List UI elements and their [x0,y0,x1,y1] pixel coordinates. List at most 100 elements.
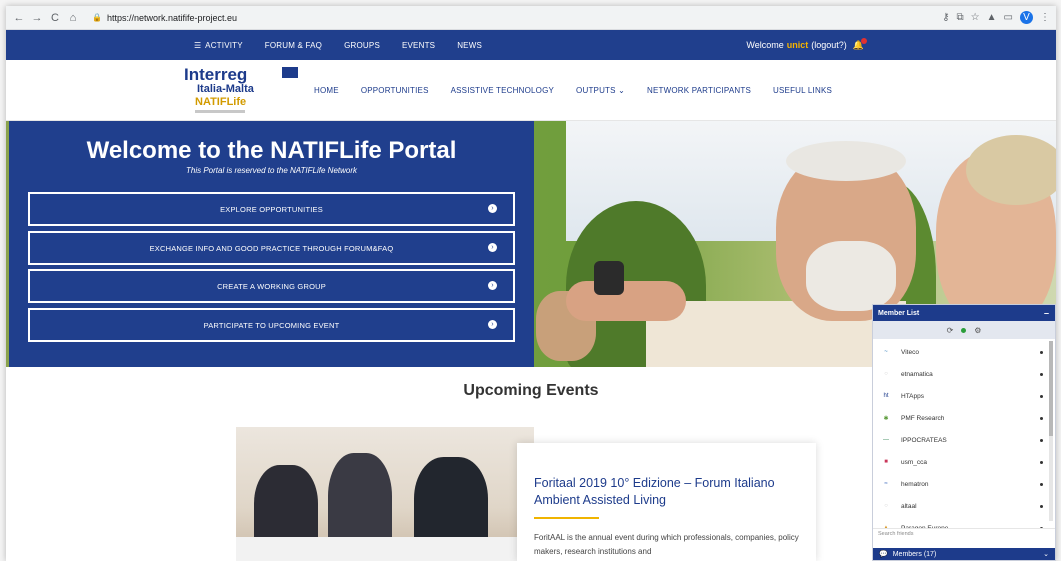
member-avatar: ○ [884,503,888,509]
participate-event-button[interactable]: PARTICIPATE TO UPCOMING EVENT › [28,308,515,342]
hero-title: Welcome to the NATIFLife Portal [86,137,457,164]
extension-icon[interactable]: ▲ [987,12,997,23]
activity-menu-icon: ☰ [194,40,202,50]
exchange-info-button[interactable]: EXCHANGE INFO AND GOOD PRACTICE THROUGH … [28,231,515,265]
member-avatar: — [883,437,889,443]
member-status-dot [1040,482,1043,486]
topnav-events[interactable]: EVENTS [402,41,435,50]
member-row[interactable]: ○ altaal [873,495,1055,517]
member-row[interactable]: ✱ PMF Research [873,407,1055,429]
address-bar[interactable]: 🔒 https://network.natifife-project.eu [86,9,942,27]
member-name: altaal [901,502,917,510]
chat-icon: 💬 [879,551,888,558]
member-name: hematron [901,480,929,488]
member-row[interactable]: ≈ hematron [873,473,1055,495]
member-name: IPPOCRATEAS [901,436,947,444]
notification-dot [861,37,867,44]
main-navigation: HOME OPPORTUNITIES ASSISTIVE TECHNOLOGY … [314,86,854,95]
member-list-widget: Member List – ⟳ ⚙ ~ Viteco ○ etnamatica ht HT… [872,304,1056,561]
member-list: ~ Viteco ○ etnamatica ht HTApps ✱ PMF Research —… [873,339,1055,528]
topnav-activity[interactable]: ACTIVITY [205,41,243,50]
hero-subtitle: This Portal is reserved to the NATIFLife… [185,166,358,175]
forward-icon[interactable]: → [30,12,44,24]
top-navigation: ☰ ACTIVITY FORUM & FAQ GROUPS EVENTS NEW… [6,30,1056,60]
reload-icon[interactable]: C [48,12,62,24]
search-friends-input[interactable]: Search friends [873,528,1055,539]
member-row[interactable]: ht HTApps [873,385,1055,407]
username-link[interactable]: unict [787,40,809,50]
browser-window: ← → C ⌂ 🔒 https://network.natifife-proje… [6,6,1056,561]
member-status-dot [1040,416,1043,420]
member-list-header: Member List – [873,305,1055,321]
member-name: PMF Research [901,414,945,422]
nav-home[interactable]: HOME [314,86,339,95]
key-icon[interactable]: ⚷ [942,12,949,23]
arrow-right-icon: › [488,320,497,329]
member-name: usm_cca [901,458,928,466]
member-list-scrollbar[interactable] [1049,341,1053,521]
member-row[interactable]: ~ Viteco [873,341,1055,363]
interreg-logo[interactable]: Interreg Italia-Malta NATIFLife [182,63,298,117]
member-name: Paragon Europe [901,524,949,529]
minimize-icon[interactable]: – [1044,308,1049,318]
member-status-dot [1040,460,1043,464]
member-row[interactable]: ▲ Paragon Europe [873,517,1055,528]
event-description: ForitAAL is the annual event during whic… [534,533,799,556]
member-status-dot [1040,350,1043,354]
member-avatar: ht [883,393,889,399]
group-icon[interactable]: ⚙ [974,326,981,335]
member-avatar: ≈ [884,481,888,487]
member-row[interactable]: ■ usm_cca [873,451,1055,473]
member-status-dot [1040,372,1043,376]
star-icon[interactable]: ☆ [971,12,980,23]
member-name: etnamatica [901,370,933,378]
members-count: Members (17) [892,550,937,558]
nav-useful-links[interactable]: USEFUL LINKS [773,86,832,95]
member-avatar: ▲ [883,525,889,528]
members-footer[interactable]: 💬 Members (17) ⌄ [873,548,1055,560]
cast-icon[interactable]: ▭ [1004,12,1013,23]
nav-network-participants[interactable]: NETWORK PARTICIPANTS [647,86,751,95]
browser-toolbar: ← → C ⌂ 🔒 https://network.natifife-proje… [6,6,1056,30]
member-name: Viteco [901,348,919,356]
online-status-icon[interactable] [961,327,967,333]
topnav-forum-faq[interactable]: FORUM & FAQ [265,41,322,50]
arrow-right-icon: › [488,243,497,252]
event-title[interactable]: Foritaal 2019 10° Edizione – Forum Itali… [534,475,800,509]
topnav-groups[interactable]: GROUPS [344,41,380,50]
home-icon[interactable]: ⌂ [66,12,80,24]
notification-bell-icon[interactable]: 🔔 [853,37,867,51]
site-header: Interreg Italia-Malta NATIFLife HOME OPP… [6,60,1056,121]
lock-icon: 🔒 [92,13,102,22]
event-card[interactable]: Foritaal 2019 10° Edizione – Forum Itali… [517,443,816,561]
member-name: HTApps [901,392,924,400]
member-row[interactable]: ○ etnamatica [873,363,1055,385]
explore-opportunities-button[interactable]: EXPLORE OPPORTUNITIES › [28,192,515,226]
nav-outputs[interactable]: OUTPUTS ⌄ [576,86,625,95]
member-avatar: ■ [884,459,888,465]
title-underline [534,517,599,519]
member-status-dot [1040,526,1043,528]
member-status-dot [1040,438,1043,442]
arrow-right-icon: › [488,281,497,290]
topnav-news[interactable]: NEWS [457,41,482,50]
member-status-dot [1040,394,1043,398]
back-icon[interactable]: ← [12,12,26,24]
nav-assistive-technology[interactable]: ASSISTIVE TECHNOLOGY [451,86,554,95]
member-avatar: ~ [884,349,888,355]
member-avatar: ✱ [883,415,889,422]
create-working-group-button[interactable]: CREATE A WORKING GROUP › [28,269,515,303]
profile-avatar[interactable]: V [1020,11,1033,24]
member-status-dot [1040,504,1043,508]
hero-panel: Welcome to the NATIFLife Portal This Por… [9,121,534,367]
translate-icon[interactable]: ⧉ [957,12,964,23]
event-photo[interactable] [236,427,534,561]
menu-icon[interactable]: ⋮ [1040,12,1050,23]
logout-link[interactable]: (logout?) [811,40,847,50]
refresh-icon[interactable]: ⟳ [947,326,954,335]
member-row[interactable]: — IPPOCRATEAS [873,429,1055,451]
welcome-text: Welcome [746,40,784,50]
nav-opportunities[interactable]: OPPORTUNITIES [361,86,429,95]
chevron-down-icon[interactable]: ⌄ [1043,550,1049,558]
url-text[interactable]: https://network.natifife-project.eu [107,13,237,23]
